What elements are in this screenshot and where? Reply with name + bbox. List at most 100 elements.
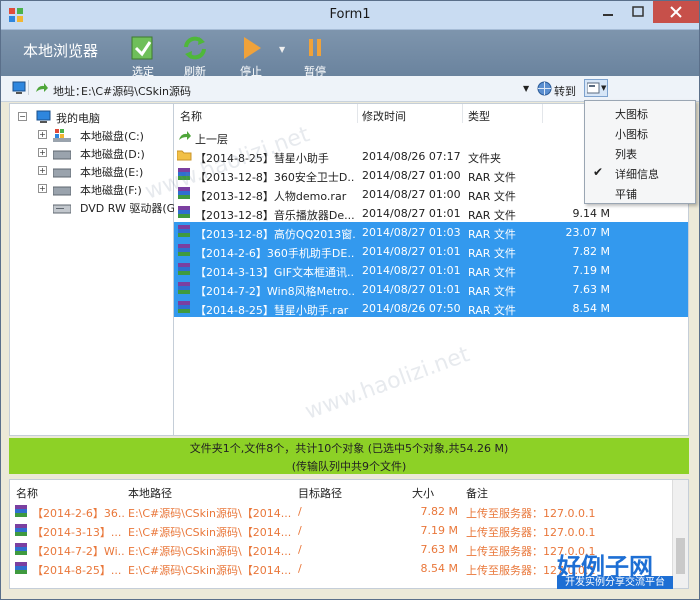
- file-type: RAR 文件: [468, 304, 516, 317]
- file-type: RAR 文件: [468, 171, 516, 184]
- column-header-time[interactable]: 修改时间: [362, 108, 406, 124]
- expand-icon[interactable]: +: [38, 166, 47, 175]
- queue-size: 7.63 M: [420, 543, 458, 556]
- queue-local-path: E:\C#源码\CSkin源码\【2014...: [128, 564, 292, 577]
- column-header-type[interactable]: 类型: [468, 108, 490, 124]
- queue-row[interactable]: 【2014-2-6】36... E:\C#源码\CSkin源码\【2014... /…: [10, 502, 688, 521]
- select-button[interactable]: 选定: [123, 34, 163, 79]
- go-button[interactable]: 转到: [554, 83, 576, 99]
- menu-item-label: 平铺: [615, 188, 637, 201]
- check-icon: ✔: [593, 165, 604, 179]
- queue-note: 上传至服务器：127.0.0.1: [466, 507, 596, 520]
- queue-row[interactable]: 【2014-3-13】... E:\C#源码\CSkin源码\【2014... / 7…: [10, 521, 688, 540]
- queue-file-name: 【2014-3-13】...: [32, 526, 122, 539]
- file-row[interactable]: 【2014-8-25】彗星小助手.rar 2014/08/26 07:50 RAR …: [174, 298, 688, 317]
- rar-archive-icon: [178, 282, 190, 294]
- file-type: RAR 文件: [468, 266, 516, 279]
- pause-button[interactable]: 暂停: [295, 34, 335, 79]
- column-header-name[interactable]: 名称: [180, 108, 202, 124]
- collapse-icon[interactable]: −: [18, 112, 27, 121]
- address-input[interactable]: E:\C#源码\CSkin源码: [81, 83, 191, 99]
- folder-tree: − 我的电脑 + 本地磁盘(C:) + 本地磁盘(D:) + 本地磁盘(E:) …: [9, 103, 176, 436]
- file-type: RAR 文件: [468, 285, 516, 298]
- menu-item-label: 列表: [615, 148, 637, 161]
- file-time: 2014/08/27 01:03: [362, 226, 461, 239]
- file-row[interactable]: 【2014-7-2】Win8风格Metro... 2014/08/27 01:01…: [174, 279, 688, 298]
- menu-item-tiles[interactable]: 平铺: [585, 182, 695, 202]
- queue-col-src[interactable]: 本地路径: [128, 485, 172, 501]
- rar-archive-icon: [15, 543, 27, 555]
- file-row[interactable]: 【2013-12-8】高仿QQ2013窗... 2014/08/27 01:03 R…: [174, 222, 688, 241]
- queue-col-note[interactable]: 备注: [466, 485, 488, 501]
- stop-button[interactable]: 停止: [231, 34, 271, 79]
- tree-item-label: DVD RW 驱动器(G: [80, 202, 176, 215]
- rar-archive-icon: [178, 244, 190, 256]
- rar-archive-icon: [15, 562, 27, 574]
- expand-icon[interactable]: +: [38, 148, 47, 157]
- column-divider[interactable]: [462, 104, 463, 123]
- rar-archive-icon: [178, 263, 190, 275]
- file-name: 【2013-12-8】人物demo.rar: [195, 190, 347, 203]
- queue-target-path: /: [298, 543, 302, 556]
- folder-icon: [177, 150, 192, 161]
- file-row[interactable]: 【2014-3-13】GIF文本框通讯... 2014/08/27 01:01 RA…: [174, 260, 688, 279]
- file-row[interactable]: 【2013-12-8】音乐播放器De... 2014/08/27 01:01 RAR…: [174, 203, 688, 222]
- queue-size: 8.54 M: [420, 562, 458, 575]
- file-time: 2014/08/26 07:50: [362, 302, 461, 315]
- queue-local-path: E:\C#源码\CSkin源码\【2014...: [128, 545, 292, 558]
- queue-status: (传输队列中共9个文件): [9, 456, 689, 474]
- up-level-icon: [179, 131, 191, 140]
- stop-dropdown-arrow[interactable]: ▼: [279, 45, 285, 54]
- column-divider[interactable]: [357, 104, 358, 123]
- scrollbar-thumb[interactable]: [676, 538, 685, 574]
- menu-item-small-icons[interactable]: 小图标: [585, 122, 695, 142]
- menu-item-list[interactable]: 列表: [585, 142, 695, 162]
- computer-icon: [12, 81, 26, 94]
- queue-local-path: E:\C#源码\CSkin源码\【2014...: [128, 526, 292, 539]
- close-button[interactable]: [653, 1, 699, 23]
- tree-item-label: 本地磁盘(D:): [80, 148, 145, 161]
- maximize-button[interactable]: [623, 1, 653, 23]
- up-level-icon[interactable]: [34, 82, 48, 94]
- rar-archive-icon: [178, 225, 190, 237]
- menu-item-large-icons[interactable]: 大图标: [585, 102, 695, 122]
- file-size: 9.14 M: [572, 207, 610, 220]
- column-divider[interactable]: [542, 104, 543, 123]
- queue-col-dst[interactable]: 目标路径: [298, 485, 342, 501]
- tree-item-label: 本地磁盘(F:): [80, 184, 142, 197]
- view-dropdown-arrow: ▼: [601, 84, 607, 92]
- drive-c-icon: [53, 129, 71, 142]
- queue-note: 上传至服务器：127.0.0.1: [466, 526, 596, 539]
- close-icon: [670, 6, 682, 18]
- badge-subtitle: 开发实例分享交流平台: [557, 576, 673, 589]
- file-name: 【2014-2-6】360手机助手DE...: [195, 247, 355, 260]
- queue-scrollbar[interactable]: [672, 480, 688, 588]
- file-type: RAR 文件: [468, 228, 516, 241]
- select-icon: [131, 36, 153, 60]
- queue-col-size[interactable]: 大小: [412, 485, 434, 501]
- minimize-button[interactable]: [593, 1, 623, 23]
- file-time: 2014/08/27 01:01: [362, 245, 461, 258]
- site-badge: 好例子网 开发实例分享交流平台: [557, 547, 673, 589]
- menu-item-label: 详细信息: [615, 168, 659, 181]
- queue-size: 7.82 M: [420, 505, 458, 518]
- menu-item-details[interactable]: ✔ 详细信息: [585, 162, 695, 182]
- refresh-button[interactable]: 刷新: [175, 34, 215, 79]
- view-mode-button[interactable]: ▼: [584, 79, 608, 97]
- address-dropdown-arrow[interactable]: ▼: [523, 84, 529, 93]
- expand-icon[interactable]: +: [38, 130, 47, 139]
- app-name: 本地浏览器: [23, 42, 99, 60]
- file-size: 7.82 M: [572, 245, 610, 258]
- file-type: RAR 文件: [468, 190, 516, 203]
- queue-size: 7.19 M: [420, 524, 458, 537]
- maximize-icon: [632, 6, 644, 17]
- file-size: 23.07 M: [565, 226, 610, 239]
- file-type: 文件夹: [468, 152, 501, 165]
- file-row[interactable]: 【2014-2-6】360手机助手DE... 2014/08/27 01:01 RA…: [174, 241, 688, 260]
- file-type: RAR 文件: [468, 247, 516, 260]
- queue-col-name[interactable]: 名称: [16, 485, 38, 501]
- address-bar: 地址： E:\C#源码\CSkin源码 ▼ 转到 ▼: [1, 76, 699, 102]
- expand-icon[interactable]: +: [38, 184, 47, 193]
- queue-header: 名称 本地路径 目标路径 大小 备注: [10, 480, 688, 501]
- file-time: 2014/08/27 01:00: [362, 169, 461, 182]
